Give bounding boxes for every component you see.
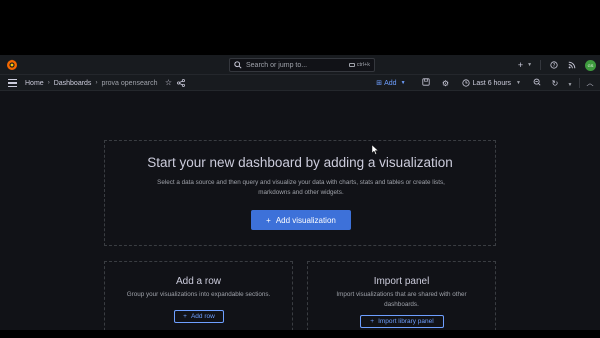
chevron-down-icon: ▼ (527, 62, 533, 68)
letterbox-top (0, 0, 600, 55)
chevron-down-icon: ▼ (567, 81, 573, 88)
chevron-down-icon: ▼ (400, 80, 406, 86)
collapse-button[interactable]: ︿ (584, 78, 596, 88)
save-icon (421, 78, 430, 86)
add-row-button[interactable]: + Add row (174, 310, 224, 323)
clock-icon (461, 79, 470, 87)
chevron-right-icon: › (95, 80, 98, 86)
dashboard-nav-bar: Home › Dashboards › prova opensearch ☆ ⊞… (0, 75, 600, 91)
divider (540, 60, 541, 70)
letterbox-bottom (0, 330, 600, 338)
add-row-description: Group your visualizations into expandabl… (126, 291, 271, 298)
chevron-right-icon: › (47, 80, 50, 86)
add-panel-icon: ⊞ (376, 80, 383, 87)
plus-icon: + (370, 318, 375, 325)
menu-icon[interactable] (8, 79, 17, 87)
plus-icon: + (183, 313, 187, 320)
chevron-down-icon: ▼ (516, 80, 521, 86)
import-panel-title: Import panel (373, 276, 430, 287)
empty-dashboard-panel: Start your new dashboard by adding a vis… (104, 140, 496, 246)
empty-dashboard-description: Select a data source and then query and … (157, 179, 445, 196)
help-button[interactable]: ? (545, 58, 563, 72)
import-panel: Import panel Import visualizations that … (307, 261, 496, 330)
share-icon[interactable] (177, 79, 186, 87)
add-button[interactable]: ⊞ Add ▼ (376, 79, 406, 88)
breadcrumb: Home › Dashboards › prova opensearch ☆ (25, 78, 186, 88)
empty-dashboard-title: Start your new dashboard by adding a vis… (147, 155, 453, 170)
search-placeholder: Search or jump to... (246, 61, 308, 69)
grafana-app: Search or jump to... ctrl+k + ▼ ? GS Hom… (0, 55, 600, 330)
divider (579, 78, 580, 88)
save-dashboard-button[interactable] (416, 78, 436, 88)
search-shortcut: ctrl+k (348, 62, 370, 68)
time-range-picker[interactable]: Last 6 hours ▼ (461, 79, 521, 87)
new-menu-button[interactable]: + ▼ (514, 58, 536, 72)
news-button[interactable] (563, 58, 581, 72)
mouse-cursor-icon (372, 145, 378, 155)
add-row-title: Add a row (175, 276, 222, 287)
settings-button[interactable]: ⚙ (436, 79, 456, 88)
add-row-panel: Add a row Group your visualizations into… (104, 261, 293, 330)
search-icon (234, 61, 242, 69)
gear-icon: ⚙ (441, 78, 450, 88)
plus-icon: + (266, 215, 271, 225)
search-input[interactable]: Search or jump to... ctrl+k (229, 58, 375, 72)
grafana-logo-icon[interactable] (6, 59, 18, 71)
star-icon[interactable]: ☆ (163, 78, 173, 88)
refresh-button[interactable]: ↻ (547, 79, 563, 88)
add-visualization-button[interactable]: + Add visualization (251, 210, 351, 230)
help-icon: ? (550, 61, 558, 69)
import-library-panel-button[interactable]: + Import library panel (360, 315, 444, 328)
zoom-out-icon (533, 78, 541, 86)
refresh-icon: ↻ (551, 78, 559, 88)
avatar[interactable]: GS (585, 59, 596, 71)
rss-icon (568, 61, 576, 69)
breadcrumb-current: prova opensearch (101, 79, 158, 87)
dashboard-toolbar: ⊞ Add ▼ ⚙ Last 6 hours ▼ ↻ ▼ ︿ (376, 77, 596, 89)
breadcrumb-home[interactable]: Home (25, 80, 44, 87)
import-panel-description: Import visualizations that are shared wi… (336, 291, 467, 308)
plus-icon: + (517, 60, 524, 70)
chevron-up-icon: ︿ (586, 80, 594, 87)
refresh-interval-button[interactable]: ▼ (563, 79, 575, 88)
breadcrumb-dashboards[interactable]: Dashboards (54, 80, 92, 87)
keyboard-icon (348, 63, 355, 67)
top-right-actions: + ▼ ? GS (514, 58, 596, 72)
zoom-out-button[interactable] (527, 78, 547, 88)
top-bar: Search or jump to... ctrl+k + ▼ ? GS (0, 55, 600, 75)
